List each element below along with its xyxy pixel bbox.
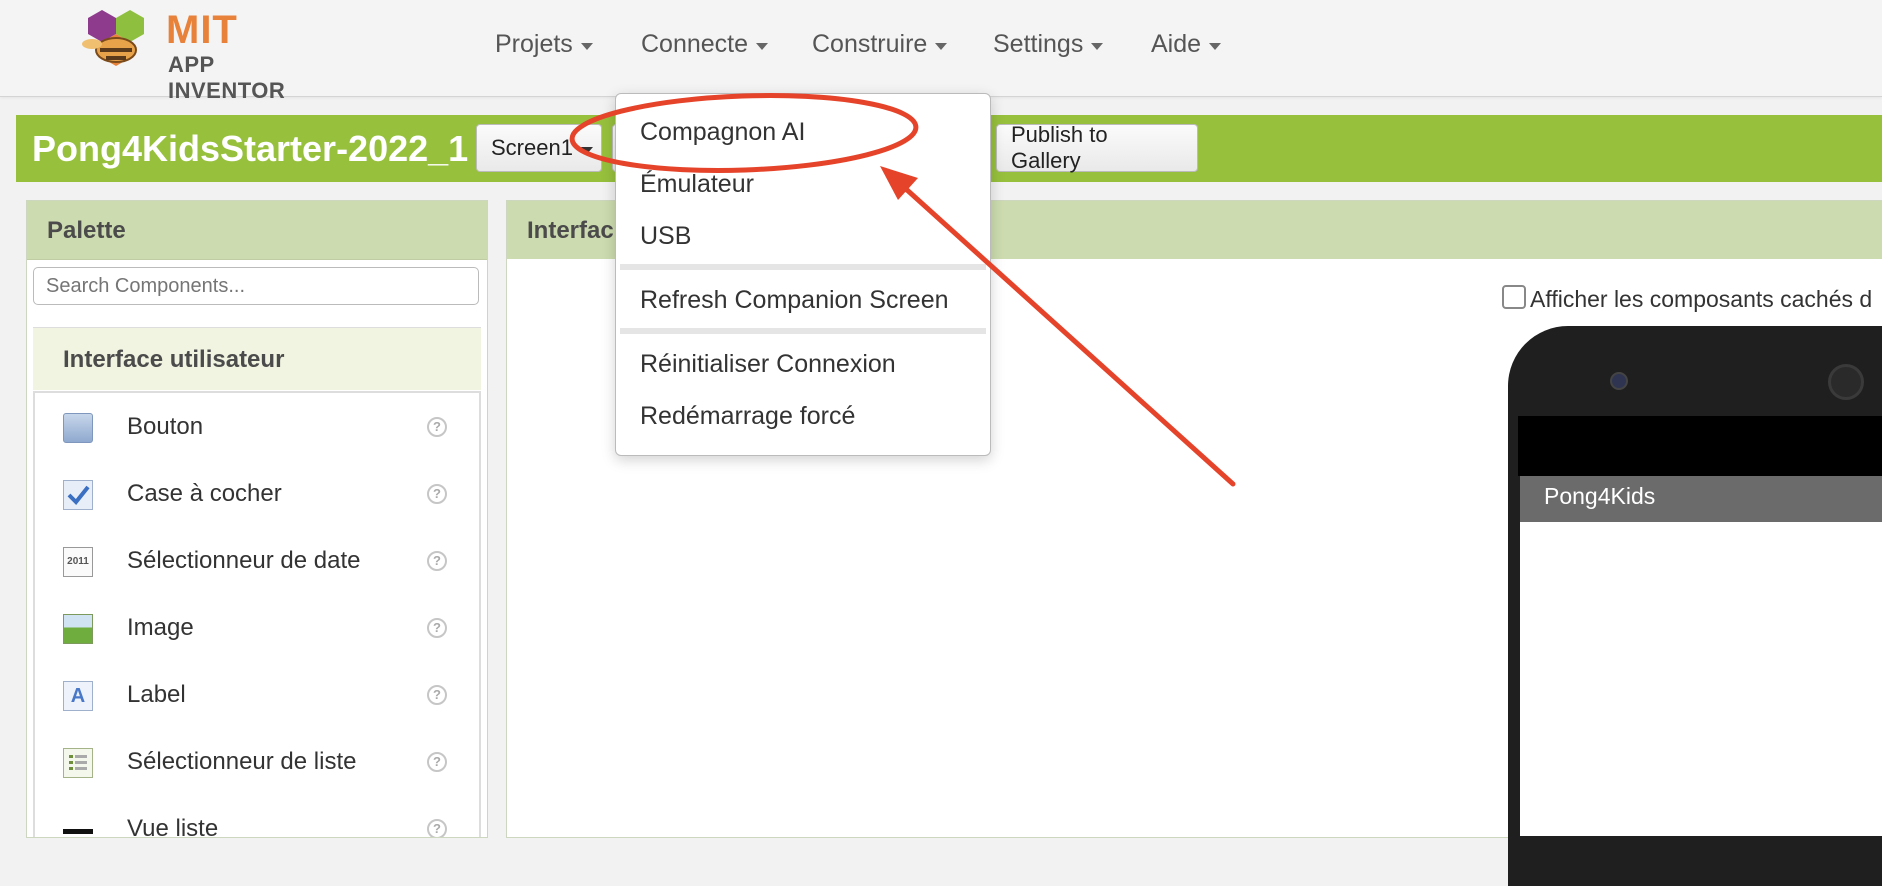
highlight-ellipse: [569, 93, 919, 173]
annotation-overlay: [569, 93, 1236, 487]
annotation-arrow: [893, 177, 1236, 487]
